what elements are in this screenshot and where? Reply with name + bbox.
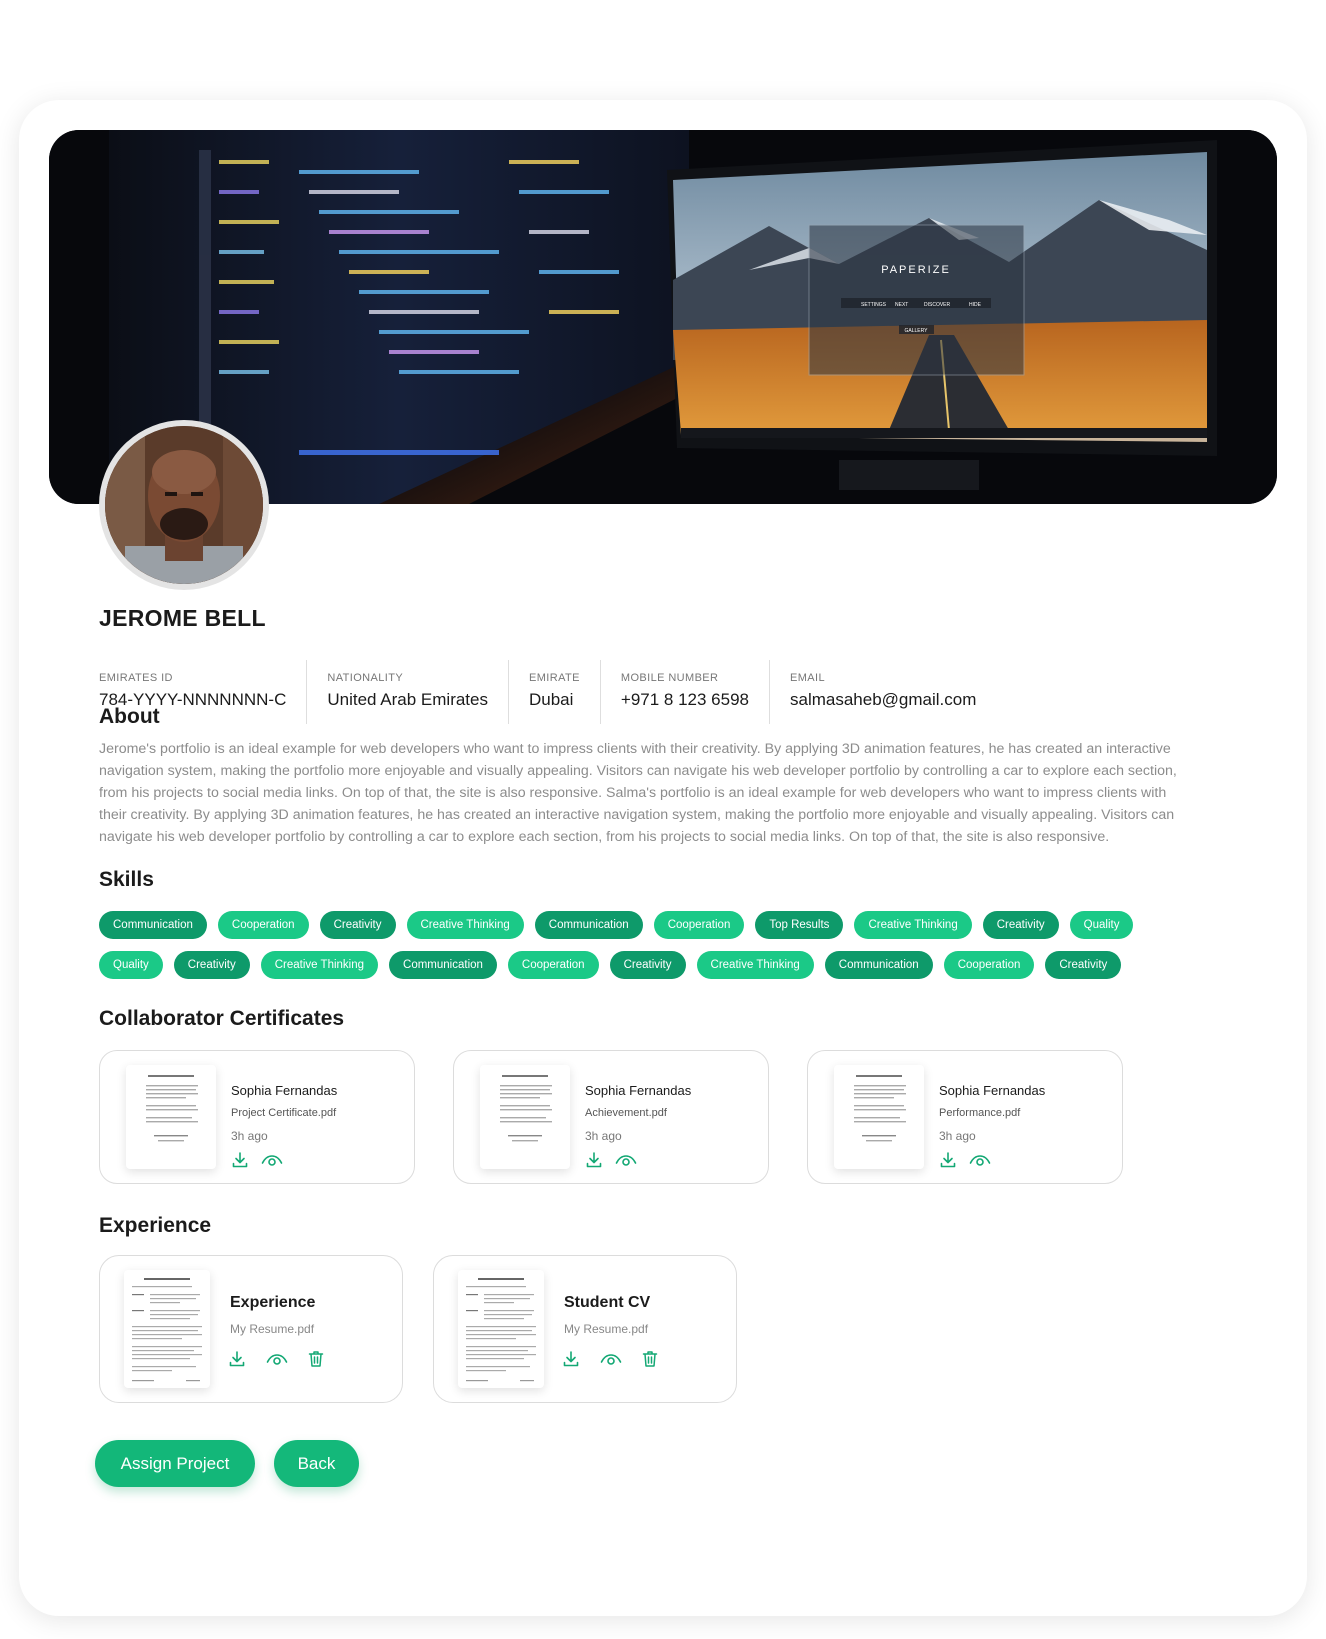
- info-mobile-number: MOBILE NUMBER +971 8 123 6598: [599, 660, 769, 724]
- certificate-card[interactable]: Sophia Fernandas Project Certificate.pdf…: [99, 1050, 415, 1184]
- download-icon[interactable]: [939, 1151, 957, 1174]
- skill-chip: Creativity: [1045, 951, 1122, 979]
- experience-card[interactable]: Student CV My Resume.pdf: [433, 1255, 737, 1403]
- profile-name: JEROME BELL: [99, 605, 266, 631]
- info-nationality: NATIONALITY United Arab Emirates: [306, 660, 508, 724]
- experience-card[interactable]: Experience My Resume.pdf: [99, 1255, 403, 1403]
- certificate-owner: Sophia Fernandas: [939, 1083, 1046, 1098]
- info-email: EMAIL salmasaheb@gmail.com: [769, 660, 996, 724]
- skill-chip: Creative Thinking: [260, 951, 379, 979]
- skill-chip: Communication: [824, 951, 933, 979]
- skills-row: Quality Creativity Creative Thinking Com…: [99, 951, 1179, 979]
- back-button[interactable]: Back: [274, 1440, 359, 1487]
- document-thumbnail[interactable]: [126, 1065, 216, 1169]
- skill-chip: Cooperation: [653, 911, 745, 939]
- download-icon[interactable]: [231, 1151, 249, 1174]
- skill-chip: Cooperation: [943, 951, 1035, 979]
- skill-chip: Top Results: [755, 911, 844, 939]
- trash-icon[interactable]: [642, 1350, 658, 1373]
- info-label: MOBILE NUMBER: [620, 672, 719, 684]
- document-thumbnail[interactable]: [834, 1065, 924, 1169]
- info-value: Dubai: [529, 690, 574, 709]
- certificate-file: Project Certificate.pdf: [231, 1107, 337, 1119]
- about-text: Jerome's portfolio is an ideal example f…: [99, 741, 1177, 845]
- download-icon[interactable]: [228, 1350, 246, 1373]
- avatar-photo: [105, 426, 263, 584]
- certificate-actions: [585, 1151, 637, 1174]
- experience-title: Experience: [230, 1294, 316, 1311]
- experience-file: My Resume.pdf: [564, 1322, 649, 1336]
- screen-menu-0: SETTINGS: [861, 302, 887, 308]
- screen-menu-1: NEXT: [895, 302, 908, 308]
- skills-list: Communication Cooperation Creativity Cre…: [99, 911, 1179, 991]
- info-label: EMAIL: [790, 672, 826, 684]
- info-label: EMIRATE: [529, 672, 580, 684]
- skill-chip: Cooperation: [217, 911, 309, 939]
- profile-card: PAPERIZE SETTINGS NEXT DISCOVER HIDE GAL…: [19, 100, 1307, 1616]
- download-icon[interactable]: [585, 1151, 603, 1174]
- experience-title: Experience: [99, 1214, 212, 1237]
- view-icon[interactable]: [261, 1152, 283, 1173]
- screen-title: PAPERIZE: [881, 264, 951, 276]
- skills-row: Communication Cooperation Creativity Cre…: [99, 911, 1179, 939]
- certificate-card[interactable]: Sophia Fernandas Achievement.pdf 3h ago: [453, 1050, 769, 1184]
- about-title: About: [99, 705, 160, 728]
- certificate-card[interactable]: Sophia Fernandas Performance.pdf 3h ago: [807, 1050, 1123, 1184]
- skill-chip: Quality: [1069, 911, 1134, 939]
- document-thumbnail[interactable]: [480, 1065, 570, 1169]
- info-emirate: EMIRATE Dubai: [508, 660, 600, 724]
- avatar: [99, 420, 269, 590]
- document-thumbnail[interactable]: [458, 1270, 544, 1388]
- view-icon[interactable]: [969, 1152, 991, 1173]
- trash-icon[interactable]: [308, 1350, 324, 1373]
- screen-menu-2: DISCOVER: [924, 302, 951, 308]
- info-value: +971 8 123 6598: [620, 690, 749, 709]
- skill-chip: Cooperation: [507, 951, 599, 979]
- assign-project-button[interactable]: Assign Project: [95, 1440, 255, 1487]
- skill-chip: Creativity: [319, 911, 396, 939]
- info-value: salmasaheb@gmail.com: [790, 690, 977, 709]
- certificate-actions: [939, 1151, 991, 1174]
- certificate-file: Achievement.pdf: [585, 1107, 667, 1119]
- certificate-time: 3h ago: [939, 1129, 976, 1143]
- experience-actions: [562, 1350, 658, 1373]
- view-icon[interactable]: [615, 1152, 637, 1173]
- experience-list: Experience My Resume.pdf Student CV My R…: [99, 1255, 737, 1403]
- certificate-time: 3h ago: [231, 1129, 268, 1143]
- certificates-title: Collaborator Certificates: [99, 1007, 345, 1030]
- experience-actions: [228, 1350, 324, 1373]
- certificate-file: Performance.pdf: [939, 1107, 1021, 1119]
- download-icon[interactable]: [562, 1350, 580, 1373]
- skill-chip: Creativity: [609, 951, 686, 979]
- screen-menu-3: HIDE: [969, 302, 982, 308]
- certificates-list: Sophia Fernandas Project Certificate.pdf…: [99, 1050, 1123, 1184]
- skill-chip: Creativity: [982, 911, 1059, 939]
- skill-chip: Quality: [99, 951, 163, 979]
- view-icon[interactable]: [600, 1351, 622, 1372]
- skill-chip: Communication: [534, 911, 643, 939]
- certificate-actions: [231, 1151, 283, 1174]
- profile-info-bar: EMIRATES ID 784-YYYY-NNNNNNN-C NATIONALI…: [99, 660, 996, 724]
- experience-file: My Resume.pdf: [230, 1322, 315, 1336]
- document-thumbnail[interactable]: [124, 1270, 210, 1388]
- certificate-owner: Sophia Fernandas: [585, 1083, 692, 1098]
- certificate-owner: Sophia Fernandas: [231, 1083, 338, 1098]
- skill-chip: Communication: [99, 911, 207, 939]
- skill-chip: Creative Thinking: [854, 911, 972, 939]
- skill-chip: Creative Thinking: [406, 911, 524, 939]
- info-value: United Arab Emirates: [327, 690, 488, 709]
- skill-chip: Creative Thinking: [696, 951, 814, 979]
- experience-title: Student CV: [564, 1294, 651, 1311]
- certificate-time: 3h ago: [585, 1129, 622, 1143]
- skill-chip: Creativity: [173, 951, 250, 979]
- info-label: NATIONALITY: [327, 672, 404, 684]
- screen-button: GALLERY: [905, 328, 929, 334]
- skills-title: Skills: [99, 868, 154, 891]
- info-label: EMIRATES ID: [99, 672, 173, 684]
- view-icon[interactable]: [266, 1351, 288, 1372]
- skill-chip: Communication: [389, 951, 497, 979]
